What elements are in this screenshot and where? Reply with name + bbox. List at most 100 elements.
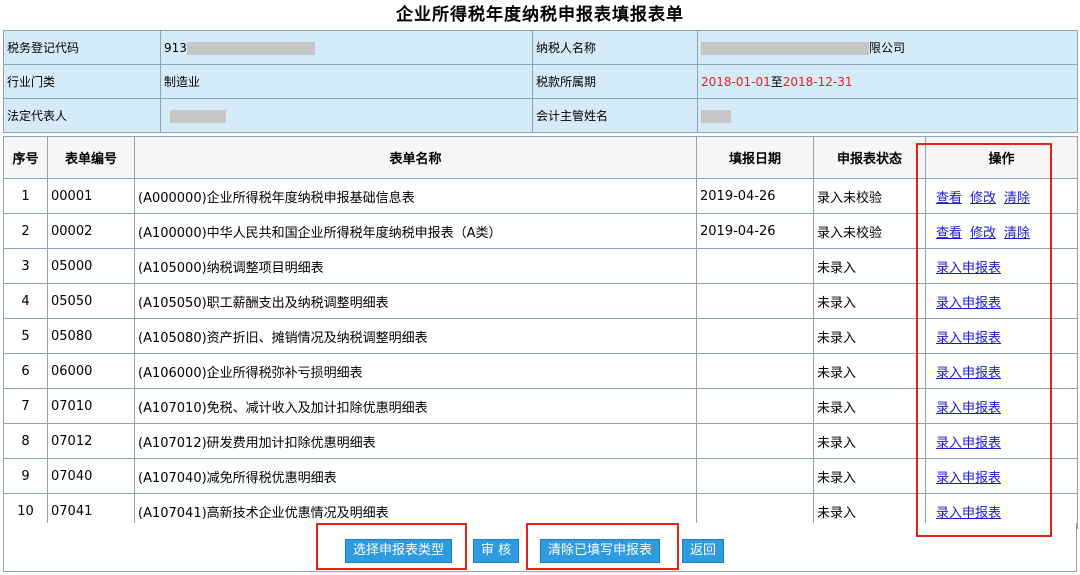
row-form-code: 07040 (47, 458, 135, 494)
row-actions: 录入申报表 (925, 248, 1078, 284)
enter-form-link[interactable]: 录入申报表 (936, 296, 1001, 311)
clear-link[interactable]: 清除 (1004, 191, 1030, 206)
row-form-code: 07010 (47, 388, 135, 424)
audit-button[interactable]: 审 核 (473, 539, 520, 563)
header-actions: 操作 (925, 136, 1078, 179)
back-button[interactable]: 返回 (682, 539, 725, 563)
table-row: 6 06000 (A106000)企业所得税弥补亏损明细表 未录入 录入申报表 (3, 353, 1078, 389)
industry-value: 制造业 (160, 64, 533, 99)
row-status: 未录入 (813, 423, 926, 459)
row-index: 6 (3, 353, 48, 389)
row-form-name: (A106000)企业所得税弥补亏损明细表 (134, 353, 697, 389)
row-actions: 录入申报表 (925, 458, 1078, 494)
row-status: 未录入 (813, 388, 926, 424)
table-row: 1 00001 (A000000)企业所得税年度纳税申报基础信息表 2019-04-2… (3, 178, 1078, 214)
row-index: 3 (3, 248, 48, 284)
row-fill-date (696, 458, 814, 494)
row-form-name: (A107040)减免所得税优惠明细表 (134, 458, 697, 494)
select-form-type-button[interactable]: 选择申报表类型 (345, 539, 453, 563)
row-fill-date (696, 318, 814, 354)
row-form-name: (A105080)资产折旧、摊销情况及纳税调整明细表 (134, 318, 697, 354)
row-index: 7 (3, 388, 48, 424)
table-row: 3 05000 (A105000)纳税调整项目明细表 未录入 录入申报表 (3, 248, 1078, 284)
clear-filled-forms-button[interactable]: 清除已填写申报表 (540, 539, 661, 563)
header-status: 申报表状态 (813, 136, 926, 179)
row-actions: 查看 修改 清除 (925, 178, 1078, 214)
row-form-code: 00001 (47, 178, 135, 214)
view-link[interactable]: 查看 (936, 191, 962, 206)
row-form-name: (A107012)研发费用加计扣除优惠明细表 (134, 423, 697, 459)
row-index: 1 (3, 178, 48, 214)
row-fill-date (696, 388, 814, 424)
header-form-code: 表单编号 (47, 136, 135, 179)
row-form-code: 05000 (47, 248, 135, 284)
table-row: 4 05050 (A105050)职工薪酬支出及纳税调整明细表 未录入 录入申报表 (3, 283, 1078, 319)
row-status: 未录入 (813, 458, 926, 494)
tax-id-value: 913 (160, 30, 533, 65)
enter-form-link[interactable]: 录入申报表 (936, 331, 1001, 346)
row-form-name: (A100000)中华人民共和国企业所得税年度纳税申报表（A类） (134, 213, 697, 249)
table-row: 2 00002 (A100000)中华人民共和国企业所得税年度纳税申报表（A类） 20… (3, 213, 1078, 249)
header-index: 序号 (3, 136, 48, 179)
row-index: 4 (3, 283, 48, 319)
table-row: 9 07040 (A107040)减免所得税优惠明细表 未录入 录入申报表 (3, 458, 1078, 494)
row-fill-date: 2019-04-26 (696, 178, 814, 214)
row-actions: 录入申报表 (925, 318, 1078, 354)
row-fill-date (696, 248, 814, 284)
enter-form-link[interactable]: 录入申报表 (936, 261, 1001, 276)
clear-link[interactable]: 清除 (1004, 226, 1030, 241)
row-form-name: (A105000)纳税调整项目明细表 (134, 248, 697, 284)
enter-form-link[interactable]: 录入申报表 (936, 436, 1001, 451)
enter-form-link[interactable]: 录入申报表 (936, 471, 1001, 486)
edit-link[interactable]: 修改 (970, 191, 996, 206)
row-form-name: (A107010)免税、减计收入及加计扣除优惠明细表 (134, 388, 697, 424)
row-actions: 录入申报表 (925, 353, 1078, 389)
row-form-name: (A105050)职工薪酬支出及纳税调整明细表 (134, 283, 697, 319)
enter-form-link[interactable]: 录入申报表 (936, 401, 1001, 416)
table-row: 7 07010 (A107010)免税、减计收入及加计扣除优惠明细表 未录入 录入申报表 (3, 388, 1078, 424)
row-actions: 录入申报表 (925, 388, 1078, 424)
row-fill-date (696, 283, 814, 319)
view-link[interactable]: 查看 (936, 226, 962, 241)
table-header-row: 序号 表单编号 表单名称 填报日期 申报表状态 操作 (3, 136, 1078, 179)
row-actions: 录入申报表 (925, 283, 1078, 319)
accountant-label: 会计主管姓名 (532, 98, 698, 133)
row-index: 2 (3, 213, 48, 249)
enter-form-link[interactable]: 录入申报表 (936, 506, 1001, 521)
row-form-code: 00002 (47, 213, 135, 249)
report-forms-table: 序号 表单编号 表单名称 填报日期 申报表状态 操作 1 00001 (A00000… (3, 136, 1078, 529)
row-status: 未录入 (813, 318, 926, 354)
row-status: 录入未校验 (813, 178, 926, 214)
table-row: 8 07012 (A107012)研发费用加计扣除优惠明细表 未录入 录入申报表 (3, 423, 1078, 459)
row-status: 未录入 (813, 283, 926, 319)
legal-rep-value (160, 98, 533, 133)
row-index: 9 (3, 458, 48, 494)
row-status: 录入未校验 (813, 213, 926, 249)
tax-id-label: 税务登记代码 (3, 30, 161, 65)
period-label: 税款所属期 (532, 64, 698, 99)
enter-form-link[interactable]: 录入申报表 (936, 366, 1001, 381)
table-row: 5 05080 (A105080)资产折旧、摊销情况及纳税调整明细表 未录入 录入申报表 (3, 318, 1078, 354)
taxpayer-name-value: 限公司 (697, 30, 1078, 65)
period-value: 2018-01-01至2018-12-31 (697, 64, 1078, 99)
row-form-code: 05050 (47, 283, 135, 319)
row-form-code: 07012 (47, 423, 135, 459)
row-status: 未录入 (813, 248, 926, 284)
page-title: 企业所得税年度纳税申报表填报表单 (396, 5, 684, 25)
accountant-value (697, 98, 1078, 133)
header-form-name: 表单名称 (134, 136, 697, 179)
row-status: 未录入 (813, 353, 926, 389)
taxpayer-name-label: 纳税人名称 (532, 30, 698, 65)
row-actions: 查看 修改 清除 (925, 213, 1078, 249)
header-fill-date: 填报日期 (696, 136, 814, 179)
row-fill-date (696, 353, 814, 389)
taxpayer-info-table: 税务登记代码 913 纳税人名称 限公司 行业门类 制造业 税款所属期 2018… (3, 30, 1078, 133)
row-fill-date (696, 423, 814, 459)
row-actions: 录入申报表 (925, 423, 1078, 459)
row-form-name: (A000000)企业所得税年度纳税申报基础信息表 (134, 178, 697, 214)
row-index: 8 (3, 423, 48, 459)
row-fill-date: 2019-04-26 (696, 213, 814, 249)
row-form-code: 06000 (47, 353, 135, 389)
edit-link[interactable]: 修改 (970, 226, 996, 241)
industry-label: 行业门类 (3, 64, 161, 99)
